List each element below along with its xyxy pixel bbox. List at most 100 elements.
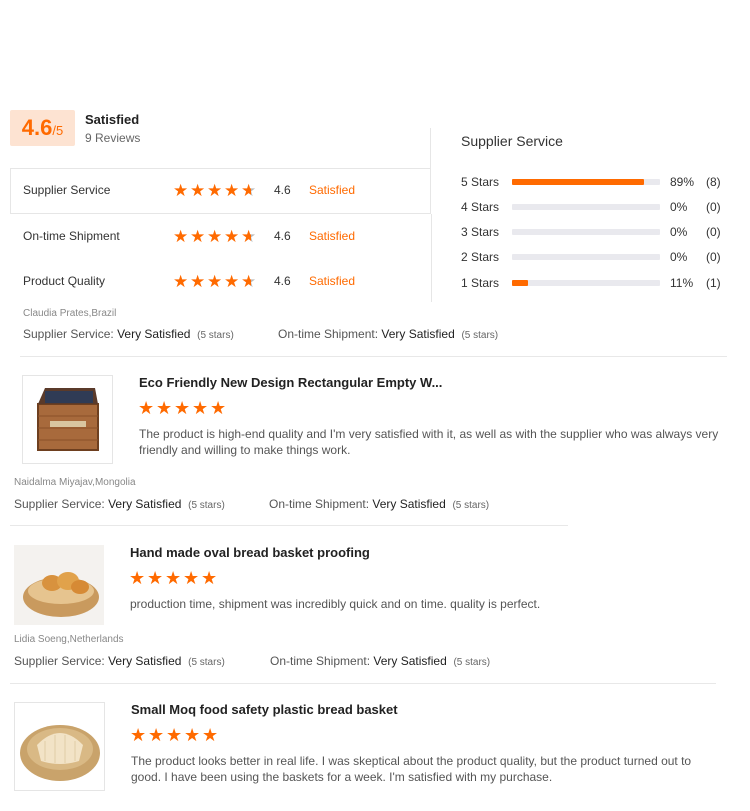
- shipment-value: Very Satisfied: [372, 497, 446, 511]
- shipment-stars: (5 stars): [453, 657, 491, 668]
- breakdown-percent: 0%: [670, 250, 688, 264]
- review-meta-shipment: On-time Shipment: Very Satisfied (5 star…: [270, 654, 490, 668]
- star-icon: ★: [138, 398, 155, 418]
- shipment-label: On-time Shipment:: [278, 327, 379, 341]
- breakdown-label[interactable]: 2 Stars: [461, 250, 499, 264]
- score-badge: 4.6/5: [10, 110, 75, 146]
- review-meta-shipment: On-time Shipment: Very Satisfied (5 star…: [278, 327, 498, 341]
- review-author: Lidia Soeng,Netherlands: [14, 634, 124, 645]
- review-text: The product is high-end quality and I'm …: [139, 427, 719, 457]
- breakdown-bar: [512, 254, 660, 260]
- star-icon: ★: [147, 568, 164, 588]
- product-title[interactable]: Eco Friendly New Design Rectangular Empt…: [139, 375, 442, 390]
- star-icon: ★: [190, 181, 206, 200]
- star-icon: ★: [173, 181, 189, 200]
- product-title[interactable]: Small Moq food safety plastic bread bask…: [131, 702, 398, 717]
- star-icon: ★: [207, 272, 223, 291]
- rating-value: 4.6: [274, 183, 291, 197]
- supplier-stars: (5 stars): [188, 657, 225, 668]
- star-icon: ★: [173, 227, 189, 246]
- rating-stars: ★ ★ ★ ★ ★: [173, 227, 258, 247]
- rating-name: On-time Shipment: [23, 229, 120, 243]
- review-text: The product looks better in real life. I…: [131, 754, 692, 784]
- rating-label: Satisfied: [309, 229, 356, 243]
- star-icon: ★: [156, 398, 173, 418]
- breakdown-percent: 11%: [670, 276, 694, 290]
- breakdown-bar: [512, 204, 660, 210]
- breakdown-count: (0): [706, 250, 721, 264]
- supplier-stars: (5 stars): [197, 330, 234, 341]
- star-icon: ★: [173, 272, 189, 291]
- review-stars: ★ ★ ★ ★ ★: [138, 398, 228, 419]
- breakdown-count: (8): [706, 175, 721, 189]
- shipment-stars: (5 stars): [461, 330, 499, 341]
- supplier-value: Very Satisfied: [108, 654, 182, 668]
- star-icon: ★: [183, 568, 200, 588]
- rating-value: 4.6: [274, 229, 291, 243]
- divider: [10, 525, 568, 526]
- rating-name: Supplier Service: [23, 183, 111, 197]
- breakdown-count: (0): [706, 225, 721, 239]
- score-value: 4.6: [21, 115, 53, 140]
- rating-panel-divider-2: [431, 214, 432, 302]
- star-icon: ★: [130, 725, 147, 745]
- breakdown-bar: [512, 229, 660, 235]
- supplier-value: Very Satisfied: [108, 497, 182, 511]
- rating-stars: ★ ★ ★ ★ ★: [173, 181, 258, 201]
- star-icon: ★: [241, 181, 257, 200]
- breakdown-label[interactable]: 5 Stars: [461, 175, 499, 189]
- shipment-value: Very Satisfied: [381, 327, 455, 341]
- breakdown-bar-fill: [512, 179, 644, 185]
- star-icon: ★: [224, 227, 240, 246]
- star-icon: ★: [201, 568, 218, 588]
- divider: [20, 356, 727, 357]
- star-icon: ★: [192, 398, 209, 418]
- breakdown-bar-fill: [512, 280, 528, 286]
- star-icon: ★: [241, 227, 257, 246]
- rating-stars: ★ ★ ★ ★ ★: [173, 272, 258, 292]
- breakdown-percent: 89%: [670, 175, 695, 189]
- shipment-label: On-time Shipment:: [270, 654, 371, 668]
- review-stars: ★ ★ ★ ★ ★: [129, 568, 219, 589]
- rating-panel-divider: [430, 128, 431, 168]
- rating-name: Product Quality: [23, 274, 106, 288]
- review-meta: Supplier Service: Very Satisfied (5 star…: [14, 654, 225, 668]
- star-icon: ★: [184, 725, 201, 745]
- summary-label: Satisfied: [85, 112, 140, 127]
- review-author: Naidalma Miyajav,Mongolia: [14, 477, 136, 488]
- star-icon: ★: [129, 568, 146, 588]
- star-icon: ★: [207, 227, 223, 246]
- breakdown-label[interactable]: 1 Stars: [461, 276, 499, 290]
- breakdown-bar: [512, 179, 660, 185]
- bread-basket-image: [20, 725, 100, 781]
- star-icon: ★: [210, 398, 227, 418]
- supplier-label: Supplier Service:: [14, 654, 105, 668]
- breakdown-label[interactable]: 4 Stars: [461, 200, 499, 214]
- product-thumbnail[interactable]: [14, 702, 105, 791]
- star-icon: ★: [190, 272, 206, 291]
- star-icon: ★: [190, 227, 206, 246]
- star-icon: ★: [165, 568, 182, 588]
- review-text: production time, shipment was incredibly…: [130, 597, 541, 611]
- picnic-basket-image: [37, 388, 99, 451]
- breakdown-count: (0): [706, 200, 721, 214]
- breakdown-title: Supplier Service: [461, 133, 563, 149]
- supplier-stars: (5 stars): [188, 500, 225, 511]
- divider: [10, 683, 716, 684]
- shipment-value: Very Satisfied: [373, 654, 447, 668]
- review-count: 9 Reviews: [85, 131, 141, 145]
- review-author: Claudia Prates,Brazil: [23, 308, 117, 319]
- review-meta: Supplier Service: Very Satisfied (5 star…: [23, 327, 234, 341]
- bread-basket-image: [23, 572, 99, 617]
- product-thumbnail[interactable]: [22, 375, 113, 464]
- breakdown-bar: [512, 280, 660, 286]
- star-icon: ★: [241, 272, 257, 291]
- star-icon: ★: [207, 181, 223, 200]
- product-thumbnail[interactable]: [14, 545, 104, 625]
- supplier-label: Supplier Service:: [14, 497, 105, 511]
- rating-value: 4.6: [274, 274, 291, 288]
- breakdown-label[interactable]: 3 Stars: [461, 225, 499, 239]
- score-out-of: /5: [52, 123, 64, 138]
- review-stars: ★ ★ ★ ★ ★: [130, 725, 220, 746]
- product-title[interactable]: Hand made oval bread basket proofing: [130, 545, 370, 560]
